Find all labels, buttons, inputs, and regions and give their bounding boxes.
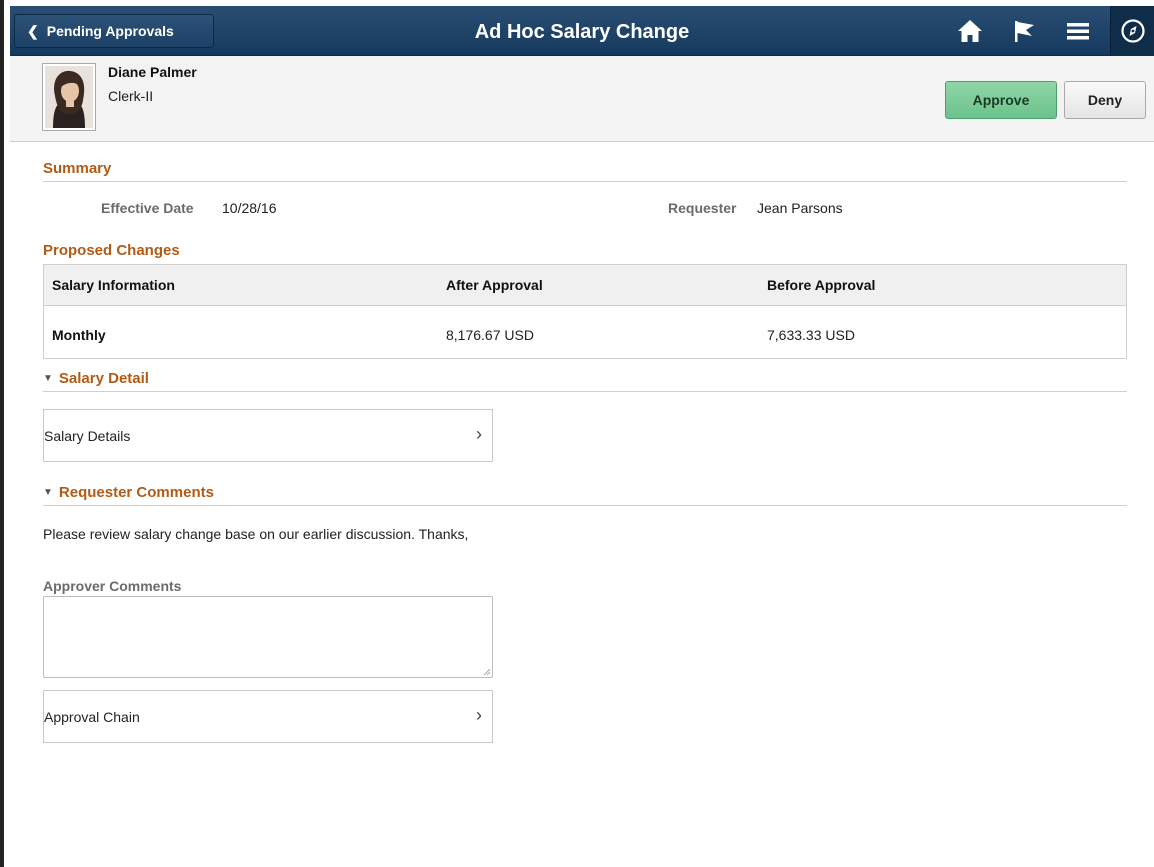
flag-icon[interactable] xyxy=(1010,18,1038,44)
column-header: After Approval xyxy=(446,277,543,293)
requester-comment-text: Please review salary change base on our … xyxy=(43,526,469,542)
approval-chain-link[interactable]: Approval Chain › xyxy=(43,690,493,743)
salary-detail-heading-label: Salary Detail xyxy=(58,370,149,387)
effective-date-label: Effective Date xyxy=(101,200,194,216)
employee-banner: Diane Palmer Clerk-II Approve Deny xyxy=(10,56,1154,142)
employee-name: Diane Palmer xyxy=(108,64,197,80)
column-header: Salary Information xyxy=(52,277,175,293)
resize-grip-icon[interactable] xyxy=(481,666,491,676)
salary-details-label: Salary Details xyxy=(44,428,131,444)
collapse-triangle-icon: ▼ xyxy=(43,487,53,498)
chevron-right-icon: › xyxy=(476,424,482,444)
requester-label: Requester xyxy=(668,200,737,216)
requester-comments-heading-label: Requester Comments xyxy=(58,484,214,501)
summary-heading: Summary xyxy=(43,160,1127,182)
approver-comments-label: Approver Comments xyxy=(43,578,182,594)
proposed-changes-heading: Proposed Changes xyxy=(43,242,180,259)
collapse-triangle-icon: ▼ xyxy=(43,373,53,384)
effective-date-value: 10/28/16 xyxy=(222,200,277,216)
back-button-label: Pending Approvals xyxy=(46,23,174,39)
approval-chain-label: Approval Chain xyxy=(44,709,140,725)
salary-details-link[interactable]: Salary Details › xyxy=(43,409,493,462)
back-button[interactable]: ❮ Pending Approvals xyxy=(14,14,214,48)
grid-header-row: Salary Information After Approval Before… xyxy=(44,265,1126,306)
deny-button[interactable]: Deny xyxy=(1064,81,1146,119)
table-cell: 8,176.67 USD xyxy=(446,327,534,343)
summary-heading-label: Summary xyxy=(43,160,112,177)
avatar xyxy=(42,63,96,131)
proposed-changes-grid: Salary Information After Approval Before… xyxy=(43,264,1127,359)
requester-value: Jean Parsons xyxy=(757,200,843,216)
table-cell: 7,633.33 USD xyxy=(767,327,855,343)
chevron-right-icon: › xyxy=(476,705,482,725)
requester-comments-heading[interactable]: ▼ Requester Comments xyxy=(43,484,1127,506)
navbar-compass-icon[interactable] xyxy=(1110,6,1154,56)
approver-comments-field[interactable] xyxy=(43,596,493,678)
salary-detail-heading[interactable]: ▼ Salary Detail xyxy=(43,370,1127,392)
employee-job-title: Clerk-II xyxy=(108,88,154,104)
approve-button[interactable]: Approve xyxy=(945,81,1057,119)
chevron-left-icon: ❮ xyxy=(27,22,39,39)
home-icon[interactable] xyxy=(956,18,984,44)
column-header: Before Approval xyxy=(767,277,876,293)
menu-icon[interactable] xyxy=(1064,18,1092,44)
table-cell: Monthly xyxy=(52,327,106,343)
header-bar: ❮ Pending Approvals Ad Hoc Salary Change xyxy=(10,6,1154,56)
